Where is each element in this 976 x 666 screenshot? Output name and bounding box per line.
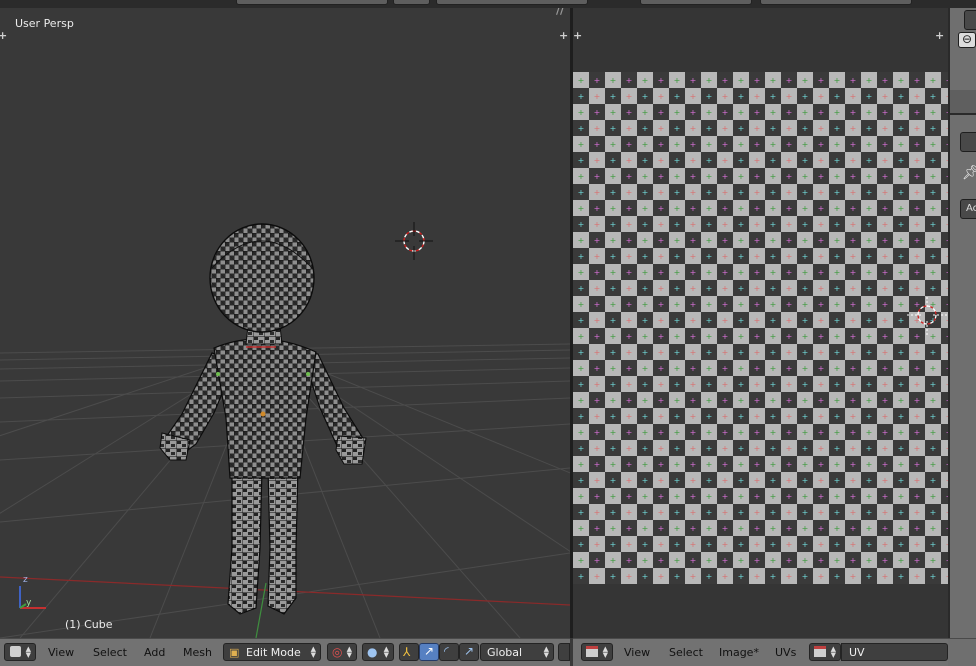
top-header-widget[interactable] (436, 0, 588, 5)
3d-cursor[interactable] (395, 222, 433, 260)
corner-split-handle[interactable]: // (556, 8, 564, 16)
uv-grid-texture[interactable] (573, 72, 948, 584)
active-object-label: (1) Cube (65, 618, 113, 631)
view-perspective-label: User Persp (15, 17, 74, 30)
top-strip (0, 0, 976, 8)
scale-toggle[interactable]: ↗ (459, 643, 479, 661)
uv-map-icon (814, 646, 826, 657)
corner-split-handle[interactable]: + (0, 30, 7, 41)
corner-split-handle[interactable]: + (935, 30, 944, 41)
shading-icon: ● (367, 645, 378, 659)
properties-header (948, 638, 976, 666)
manipulator-toggle[interactable]: ⅄ (399, 643, 419, 661)
active-data-button[interactable]: Ac (960, 199, 976, 219)
menu-view[interactable]: View (48, 646, 74, 659)
editor-type-selector[interactable]: ▲ ▼ (4, 643, 36, 661)
viewport-canvas (0, 222, 570, 638)
editor-type-selector[interactable]: ▲ ▼ (581, 643, 613, 661)
uv-map-name-field[interactable]: UV (841, 643, 948, 661)
3d-viewport-header: ▲ ▼ View Select Add Mesh ▣ Edit Mode ▲ ▼ ◎… (0, 638, 570, 666)
active-data-label: Ac (966, 203, 976, 214)
menu-mesh[interactable]: Mesh (183, 646, 212, 659)
menu-image[interactable]: Image* (719, 646, 759, 659)
axes-gizmo (19, 586, 46, 609)
dropdown-arrow-icon: ▲ ▼ (543, 645, 549, 659)
rotate-toggle[interactable]: ◜ (439, 643, 459, 661)
3d-viewport[interactable]: User Persp z y (1) Cube + + // (0, 8, 570, 638)
layers-button[interactable] (558, 643, 570, 661)
menu-select[interactable]: Select (93, 646, 127, 659)
panel-toggle-icon[interactable] (964, 10, 976, 30)
dropdown-arrow-icon: ▲ ▼ (383, 645, 389, 659)
properties-panel[interactable]: ⊖ 📌︎ Ac (948, 8, 976, 638)
uv-image-editor[interactable]: + + + + + + (573, 8, 948, 638)
orientation-selector[interactable]: Global ▲ ▼ (480, 643, 554, 661)
collapse-icon[interactable]: ⊖ (958, 32, 976, 48)
menu-add[interactable]: Add (144, 646, 165, 659)
panel-separator (950, 113, 976, 115)
pin-icon[interactable]: 📌︎ (962, 165, 976, 181)
mode-label: Edit Mode (246, 646, 301, 659)
top-header-widget[interactable] (236, 0, 388, 5)
scale-icon: ↗ (464, 644, 475, 658)
edit-mode-icon: ▣ (229, 646, 240, 659)
dropdown-arrow-icon: ▲ ▼ (830, 645, 836, 659)
uv-canvas: + + + + (573, 72, 948, 584)
top-header-widget[interactable] (760, 0, 912, 5)
manipulator-icon: ⅄ (403, 645, 411, 659)
translate-arrow-icon: ↗ (424, 644, 435, 658)
menu-select[interactable]: Select (669, 646, 703, 659)
pivot-selector[interactable]: ◎ ▲ ▼ (327, 643, 357, 661)
character-mesh[interactable] (159, 223, 367, 615)
translate-toggle[interactable]: ↗ (419, 643, 439, 661)
editor-type-icon[interactable] (960, 132, 976, 152)
z-axis-label: z (23, 575, 28, 585)
top-header-widget[interactable] (640, 0, 752, 5)
dropdown-arrow-icon: ▲ ▼ (25, 645, 31, 659)
mode-selector[interactable]: ▣ Edit Mode ▲ ▼ (223, 643, 321, 661)
dropdown-arrow-icon: ▲ ▼ (602, 645, 608, 659)
menu-view[interactable]: View (624, 646, 650, 659)
uv-map-name: UV (849, 646, 865, 659)
y-axis-label: y (26, 598, 32, 608)
shading-selector[interactable]: ● ▲ ▼ (362, 643, 394, 661)
corner-split-handle[interactable]: + (559, 30, 568, 41)
orientation-label: Global (487, 646, 523, 659)
uv-editor-header: ▲ ▼ View Select Image* UVs ▲ ▼ UV (573, 638, 948, 666)
corner-split-handle[interactable]: + (573, 30, 582, 41)
dropdown-arrow-icon: ▲ ▼ (346, 645, 352, 659)
uv-map-selector[interactable]: ▲ ▼ (809, 643, 841, 661)
panel-divider (950, 90, 976, 114)
top-header-widget[interactable] (393, 0, 430, 5)
dropdown-arrow-icon: ▲ ▼ (310, 645, 316, 659)
menu-uvs[interactable]: UVs (775, 646, 796, 659)
rotate-icon: ◜ (444, 644, 449, 658)
cube-icon (10, 646, 21, 657)
image-editor-icon (586, 646, 598, 657)
pivot-icon: ◎ (332, 645, 343, 659)
